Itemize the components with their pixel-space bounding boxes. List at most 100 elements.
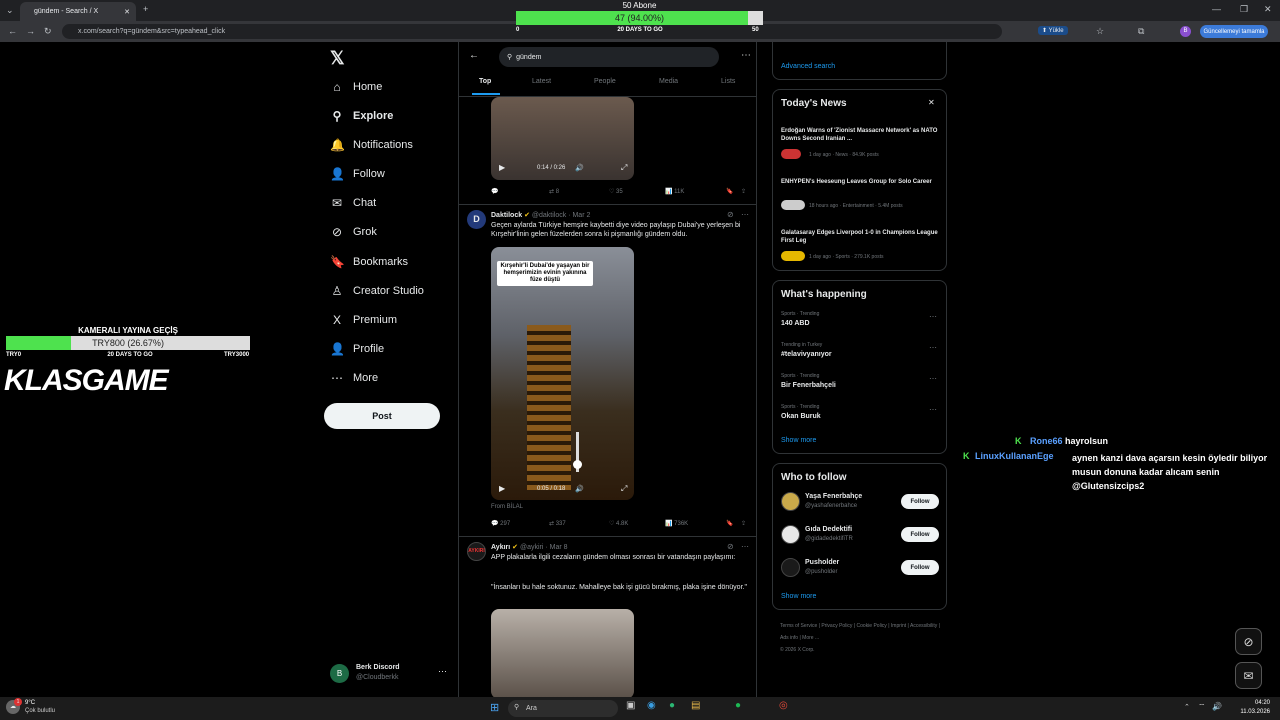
sidebar-item-profile[interactable]: 👤 Profile	[330, 337, 384, 361]
show-more-link[interactable]: Show more	[781, 437, 816, 444]
browser-tab[interactable]: gündem - Search / X ✕	[20, 2, 136, 21]
more-dots-icon[interactable]: ⋯	[929, 343, 937, 352]
window-close-icon[interactable]: ✕	[1264, 4, 1272, 15]
edge-icon[interactable]: ◉	[647, 700, 656, 711]
video-player[interactable]: ▶ 0:14 / 0:26 🔊 ⤢	[491, 97, 634, 180]
volume-slider-thumb[interactable]	[573, 460, 582, 469]
account-switcher[interactable]: B Berk Discord @Cloudberkk ⋯	[330, 662, 450, 686]
spotify-icon[interactable]: ●	[735, 700, 741, 711]
news-headline[interactable]: Galatasaray Edges Liverpool 1-0 in Champ…	[781, 229, 941, 245]
bookmark-star-icon[interactable]: ☆	[1096, 26, 1104, 37]
follow-button[interactable]: Follow	[901, 560, 939, 575]
sidebar-item-notifications[interactable]: 🔔 Notifications	[330, 133, 413, 157]
post-button[interactable]: Post	[324, 403, 440, 429]
video-source[interactable]: From BİLAL	[491, 504, 523, 510]
tab-people[interactable]: People	[594, 78, 616, 85]
tweet-author[interactable]: Aykırı	[491, 544, 510, 551]
volume-icon[interactable]: 🔊	[1212, 702, 1222, 711]
trend-topic[interactable]: Okan Buruk	[781, 413, 821, 420]
tab-search-icon[interactable]: ⌄	[6, 5, 14, 16]
tweet-image[interactable]	[491, 609, 634, 697]
profile-avatar[interactable]: B	[1180, 26, 1191, 37]
footer-link[interactable]: Ads info	[780, 635, 798, 641]
footer-link[interactable]: Terms of Service	[780, 623, 817, 629]
advanced-search-link[interactable]: Advanced search	[781, 63, 835, 70]
grok-icon[interactable]: ⊘	[727, 542, 734, 551]
follow-suggestion-name[interactable]: Pusholder	[805, 559, 839, 566]
avatar[interactable]: D	[467, 210, 486, 229]
share-icon[interactable]: ⇪	[741, 188, 746, 195]
start-icon[interactable]: ⊞	[490, 701, 499, 714]
avatar[interactable]	[781, 558, 800, 577]
follow-button[interactable]: Follow	[901, 527, 939, 542]
new-tab-icon[interactable]: +	[143, 4, 148, 14]
forward-icon[interactable]: →	[26, 26, 35, 36]
follow-suggestion-name[interactable]: Yaşa Fenerbahçe	[805, 493, 862, 500]
network-icon[interactable]: ⌔	[1198, 702, 1206, 712]
more-dots-icon[interactable]: ⋯	[929, 312, 937, 321]
views-button[interactable]: 📊 11K	[665, 188, 684, 195]
tab-lists[interactable]: Lists	[721, 78, 735, 85]
sidebar-item-follow[interactable]: 👤 Follow	[330, 162, 385, 186]
grok-icon[interactable]: ⊘	[1235, 628, 1262, 655]
close-icon[interactable]: ✕	[124, 8, 130, 16]
messages-icon[interactable]: ✉	[1235, 662, 1262, 689]
more-dots-icon[interactable]: ⋯	[741, 210, 749, 219]
reply-button[interactable]: 💬 297	[491, 520, 510, 527]
news-headline[interactable]: ENHYPEN's Heeseung Leaves Group for Solo…	[781, 178, 941, 186]
play-icon[interactable]: ▶	[499, 484, 505, 493]
footer-link[interactable]: Accessibility	[910, 623, 937, 629]
task-view-icon[interactable]: ▣	[626, 700, 635, 711]
bookmark-icon[interactable]: 🔖	[726, 188, 733, 195]
retweet-button[interactable]: ⇄ 337	[549, 520, 566, 527]
sidebar-item-home[interactable]: ⌂ Home	[330, 75, 382, 99]
fullscreen-icon[interactable]: ⤢	[621, 484, 627, 494]
follow-suggestion-name[interactable]: Gıda Dedektifi	[805, 526, 852, 533]
tray-chevron-icon[interactable]: ⌃	[1184, 703, 1190, 711]
x-logo-icon[interactable]: 𝕏	[330, 48, 345, 69]
tab-top[interactable]: Top	[479, 78, 491, 85]
fullscreen-icon[interactable]: ⤢	[621, 163, 627, 173]
sidebar-item-chat[interactable]: ✉ Chat	[330, 191, 376, 215]
sidebar-item-creator-studio[interactable]: ♙ Creator Studio	[330, 279, 424, 303]
reply-icon[interactable]: 💬	[491, 188, 498, 195]
show-more-link[interactable]: Show more	[781, 593, 816, 600]
more-dots-icon[interactable]: ⋯	[929, 374, 937, 383]
chrome-icon[interactable]: ◎	[779, 700, 788, 711]
reload-icon[interactable]: ↻	[44, 26, 52, 37]
news-headline[interactable]: Erdoğan Warns of 'Zionist Massacre Netwo…	[781, 127, 941, 143]
avatar[interactable]: AYKIRI	[467, 542, 486, 561]
minimize-icon[interactable]: —	[1212, 4, 1221, 14]
video-player[interactable]: Kırşehir'li Dubai'de yaşayan bir hemşeri…	[491, 247, 634, 500]
url-input[interactable]: x.com/search?q=gündem&src=typeahead_clic…	[62, 24, 1002, 39]
update-button[interactable]: Güncellemeyi tamamla	[1200, 25, 1268, 38]
footer-link[interactable]: Cookie Policy	[857, 623, 887, 629]
footer-link[interactable]: Imprint	[891, 623, 906, 629]
maximize-icon[interactable]: ❐	[1240, 4, 1248, 15]
like-button[interactable]: ♡ 4.8K	[609, 520, 628, 527]
avatar[interactable]	[781, 525, 800, 544]
taskbar-search[interactable]: ⚲ Ara	[508, 700, 618, 717]
sidebar-item-premium[interactable]: X Premium	[330, 308, 397, 332]
sidebar-item-grok[interactable]: ⊘ Grok	[330, 220, 377, 244]
tweet-author[interactable]: Daktilock	[491, 212, 522, 219]
close-icon[interactable]: ✕	[928, 98, 935, 107]
share-icon[interactable]: ⇪	[741, 520, 746, 527]
more-dots-icon[interactable]: ⋯	[929, 405, 937, 414]
more-dots-icon[interactable]: ⋯	[741, 542, 749, 551]
bookmark-icon[interactable]: 🔖	[726, 520, 733, 527]
app-icon[interactable]: ●	[669, 700, 675, 711]
options-icon[interactable]: ⋯	[741, 50, 751, 61]
sidebar-item-bookmarks[interactable]: 🔖 Bookmarks	[330, 250, 408, 274]
views-button[interactable]: 📊 736K	[665, 520, 688, 527]
grok-icon[interactable]: ⊘	[727, 210, 734, 219]
clock-time[interactable]: 04:20	[1240, 700, 1270, 706]
extensions-icon[interactable]: ⧉	[1138, 26, 1144, 37]
trend-topic[interactable]: Bir Fenerbahçeli	[781, 382, 836, 389]
trend-topic[interactable]: 140 ABD	[781, 320, 810, 327]
play-icon[interactable]: ▶	[499, 163, 505, 172]
back-icon[interactable]: ←	[8, 26, 17, 36]
sidebar-item-explore[interactable]: ⚲ Explore	[330, 104, 394, 128]
avatar[interactable]	[781, 492, 800, 511]
trend-topic[interactable]: #telavivyanıyor	[781, 351, 832, 358]
